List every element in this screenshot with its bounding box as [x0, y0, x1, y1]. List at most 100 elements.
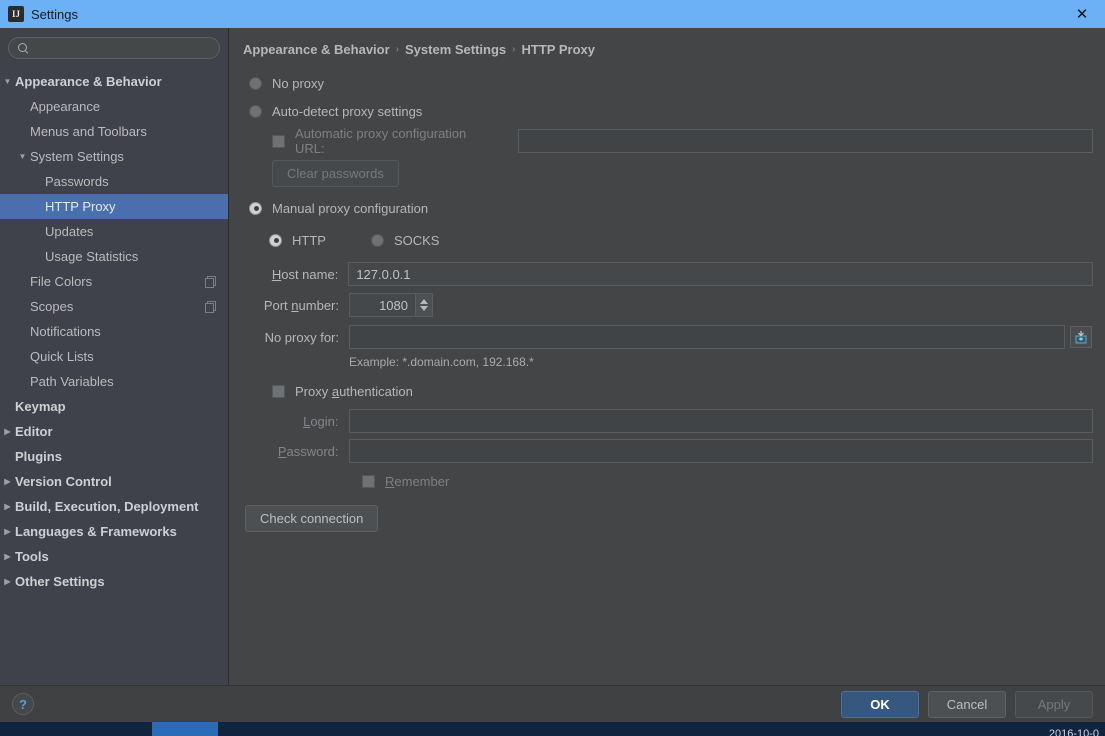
automatic-pac-label: Automatic proxy configuration URL:: [295, 126, 498, 156]
proxy-auth-row[interactable]: Proxy authentication: [243, 379, 1093, 403]
dialog-footer: ? OK Cancel Apply: [0, 685, 1105, 722]
sidebar-item-label: Version Control: [15, 474, 112, 489]
clear-passwords-button[interactable]: Clear passwords: [272, 160, 399, 187]
chevron-right-icon[interactable]: ▶: [0, 427, 15, 436]
sidebar-item-appearance-behavior[interactable]: ▼Appearance & Behavior: [0, 69, 228, 94]
remember-label: Remember: [385, 474, 449, 489]
radio-no-proxy-indicator[interactable]: [249, 77, 262, 90]
chevron-right-icon[interactable]: ▶: [0, 552, 15, 561]
radio-socks-label: SOCKS: [394, 233, 440, 248]
no-proxy-for-input[interactable]: [349, 325, 1065, 349]
chevron-down-icon[interactable]: ▼: [0, 77, 15, 86]
sidebar-item-http-proxy[interactable]: HTTP Proxy: [0, 194, 228, 219]
radio-manual-proxy[interactable]: Manual proxy configuration: [243, 196, 1093, 220]
port-number-label: Port number:: [243, 298, 339, 313]
port-number-input[interactable]: [349, 293, 416, 317]
sidebar-item-scopes[interactable]: Scopes: [0, 294, 228, 319]
checkbox-remember[interactable]: [362, 475, 375, 488]
breadcrumb: Appearance & Behavior › System Settings …: [243, 42, 1093, 57]
password-row: Password:: [243, 439, 1093, 463]
sidebar-item-languages-frameworks[interactable]: ▶Languages & Frameworks: [0, 519, 228, 544]
sidebar-item-path-variables[interactable]: Path Variables: [0, 369, 228, 394]
no-proxy-example-row: Example: *.domain.com, 192.168.*: [243, 355, 1093, 369]
sidebar-item-menus-and-toolbars[interactable]: Menus and Toolbars: [0, 119, 228, 144]
radio-auto-detect[interactable]: Auto-detect proxy settings: [243, 99, 1093, 123]
sidebar-item-other-settings[interactable]: ▶Other Settings: [0, 569, 228, 594]
radio-auto-detect-label: Auto-detect proxy settings: [272, 104, 422, 119]
sidebar-item-usage-statistics[interactable]: Usage Statistics: [0, 244, 228, 269]
sidebar-item-label: Quick Lists: [30, 349, 94, 364]
clear-passwords-row: Clear passwords: [243, 160, 1093, 187]
check-connection-button[interactable]: Check connection: [245, 505, 378, 532]
radio-manual-proxy-indicator[interactable]: [249, 202, 262, 215]
port-number-spinner[interactable]: [416, 293, 433, 317]
settings-tree: ▼Appearance & BehaviorAppearanceMenus an…: [0, 69, 228, 685]
sidebar-item-tools[interactable]: ▶Tools: [0, 544, 228, 569]
host-name-row: Host name:: [243, 262, 1093, 286]
host-name-input[interactable]: [348, 262, 1093, 286]
radio-socks-indicator[interactable]: [371, 234, 384, 247]
remember-row[interactable]: Remember: [243, 469, 1093, 493]
sidebar-item-editor[interactable]: ▶Editor: [0, 419, 228, 444]
help-icon[interactable]: ?: [12, 693, 34, 715]
window-titlebar: Settings ✕: [0, 0, 1105, 28]
settings-sidebar: ▼Appearance & BehaviorAppearanceMenus an…: [0, 28, 229, 685]
close-icon[interactable]: ✕: [1059, 0, 1105, 28]
sidebar-item-build-execution-deployment[interactable]: ▶Build, Execution, Deployment: [0, 494, 228, 519]
sidebar-item-file-colors[interactable]: File Colors: [0, 269, 228, 294]
chevron-right-icon[interactable]: ▶: [0, 502, 15, 511]
radio-no-proxy[interactable]: No proxy: [243, 71, 1093, 95]
chevron-down-icon[interactable]: ▼: [15, 152, 30, 161]
chevron-right-icon[interactable]: ▶: [0, 577, 15, 586]
radio-auto-detect-indicator[interactable]: [249, 105, 262, 118]
sidebar-item-label: Plugins: [15, 449, 62, 464]
chevron-right-icon[interactable]: ▶: [0, 477, 15, 486]
sidebar-item-label: Updates: [45, 224, 93, 239]
spinner-up-icon[interactable]: [420, 299, 428, 304]
search-input[interactable]: [30, 41, 211, 55]
sidebar-item-label: Keymap: [15, 399, 66, 414]
automatic-pac-url-input[interactable]: [518, 129, 1093, 153]
sidebar-item-keymap[interactable]: Keymap: [0, 394, 228, 419]
sidebar-item-label: Other Settings: [15, 574, 105, 589]
sidebar-item-version-control[interactable]: ▶Version Control: [0, 469, 228, 494]
sidebar-item-plugins[interactable]: Plugins: [0, 444, 228, 469]
search-box[interactable]: [8, 37, 220, 59]
expand-editor-icon[interactable]: [1070, 326, 1092, 348]
sidebar-item-notifications[interactable]: Notifications: [0, 319, 228, 344]
login-input[interactable]: [349, 409, 1093, 433]
apply-button[interactable]: Apply: [1015, 691, 1093, 718]
sidebar-item-passwords[interactable]: Passwords: [0, 169, 228, 194]
sidebar-item-label: Build, Execution, Deployment: [15, 499, 198, 514]
login-row: Login:: [243, 409, 1093, 433]
sidebar-item-appearance[interactable]: Appearance: [0, 94, 228, 119]
port-number-row: Port number:: [243, 293, 1093, 317]
ok-button[interactable]: OK: [841, 691, 919, 718]
sidebar-item-label: Scopes: [30, 299, 73, 314]
sidebar-item-label: File Colors: [30, 274, 92, 289]
sidebar-item-system-settings[interactable]: ▼System Settings: [0, 144, 228, 169]
sidebar-item-label: Appearance: [30, 99, 100, 114]
settings-main-panel: Appearance & Behavior › System Settings …: [229, 28, 1105, 685]
sidebar-item-label: Editor: [15, 424, 53, 439]
sidebar-search-wrap: [0, 37, 228, 69]
password-input[interactable]: [349, 439, 1093, 463]
cancel-button[interactable]: Cancel: [928, 691, 1006, 718]
sidebar-item-label: Appearance & Behavior: [15, 74, 162, 89]
spinner-down-icon[interactable]: [420, 306, 428, 311]
breadcrumb-item-1[interactable]: System Settings: [405, 42, 506, 57]
checkbox-proxy-authentication[interactable]: [272, 385, 285, 398]
sidebar-item-label: Menus and Toolbars: [30, 124, 147, 139]
window-title: Settings: [31, 7, 78, 22]
sidebar-item-label: Notifications: [30, 324, 101, 339]
radio-http-indicator[interactable]: [269, 234, 282, 247]
sidebar-item-quick-lists[interactable]: Quick Lists: [0, 344, 228, 369]
os-taskbar: 2016-10-0: [0, 722, 1105, 736]
checkbox-automatic-pac[interactable]: [272, 135, 285, 148]
chevron-right-icon[interactable]: ▶: [0, 527, 15, 536]
sidebar-item-updates[interactable]: Updates: [0, 219, 228, 244]
taskbar-active-item[interactable]: [152, 722, 218, 736]
sidebar-item-label: Passwords: [45, 174, 109, 189]
breadcrumb-item-0[interactable]: Appearance & Behavior: [243, 42, 390, 57]
taskbar-clock: 2016-10-0: [1049, 728, 1099, 736]
